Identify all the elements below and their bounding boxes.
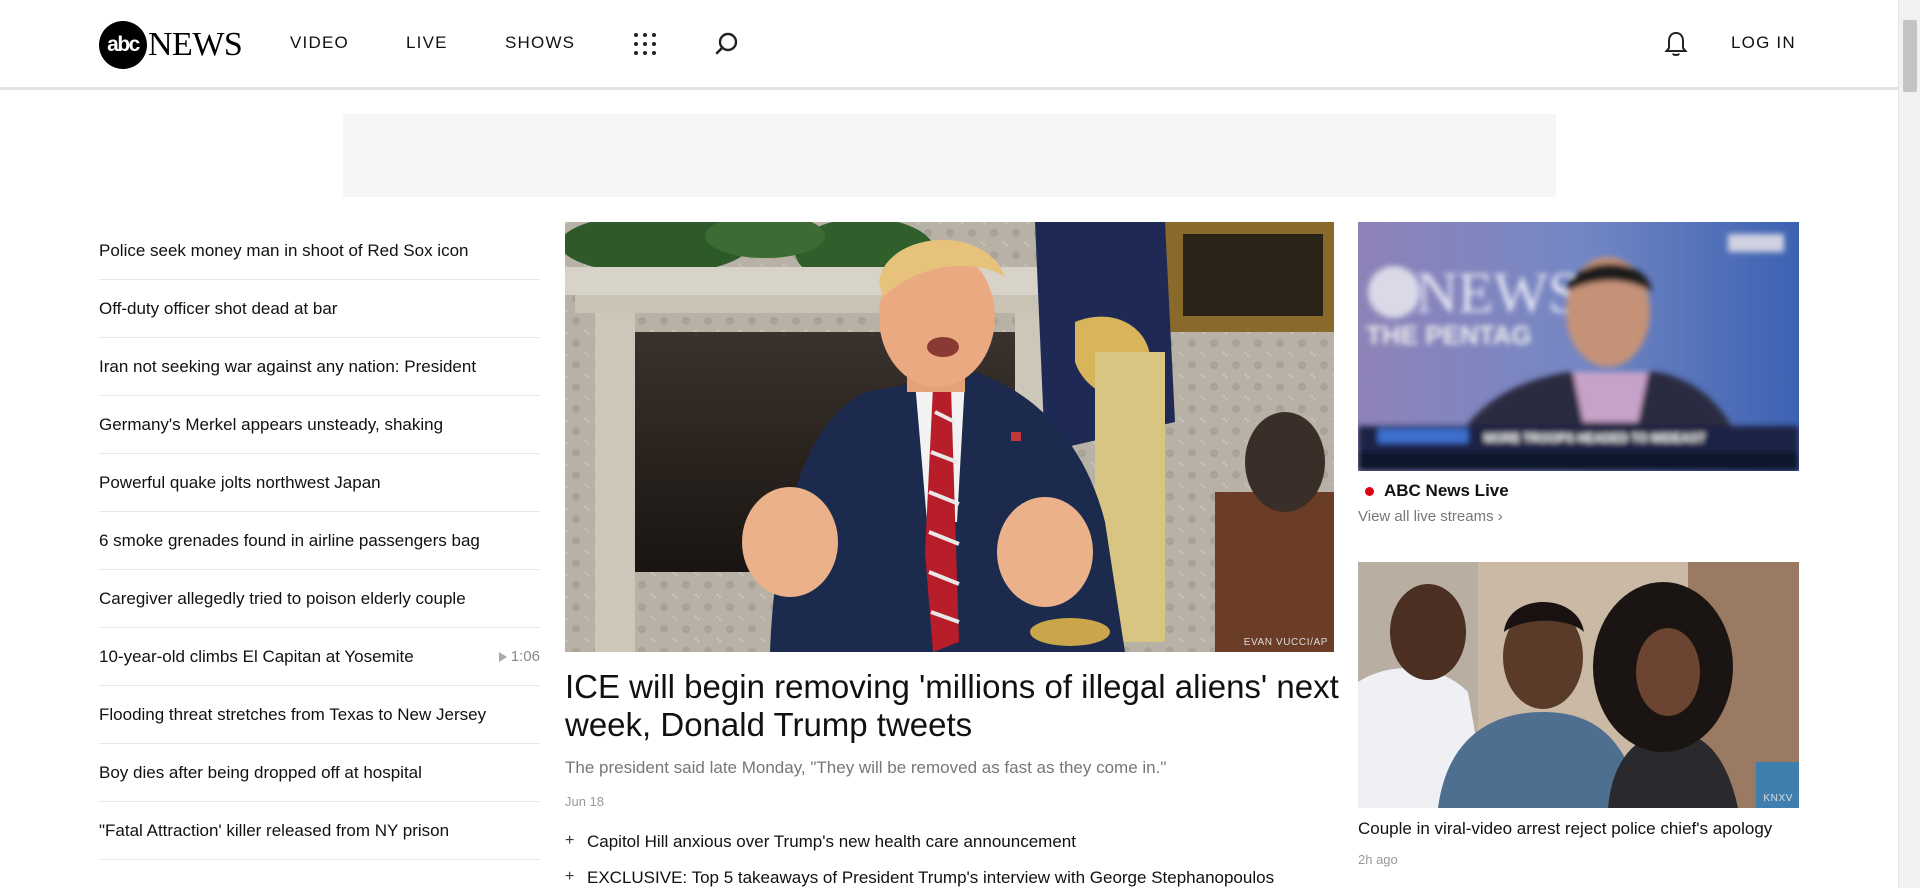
side-story-title[interactable]: Couple in viral-video arrest reject poli… — [1358, 819, 1772, 839]
site-header: abc NEWS VIDEO LIVE SHOWS LOG IN — [0, 0, 1898, 90]
live-broadcast-illustration: NEWS THE PENTAG MORE TROOPS HEADED TO MI… — [1358, 222, 1799, 471]
related-link-label: Capitol Hill anxious over Trump's new he… — [587, 832, 1076, 851]
live-indicator-dot — [1365, 486, 1374, 496]
headline-item[interactable]: Iran not seeking war against any nation:… — [99, 338, 540, 396]
duration-label: 1:06 — [510, 648, 540, 665]
plus-icon: + — [565, 868, 575, 885]
related-links: + Capitol Hill anxious over Trump's new … — [565, 832, 1345, 888]
view-all-live-streams-link[interactable]: View all live streams › — [1358, 508, 1503, 525]
live-ticker-text: MORE TROOPS HEADED TO MIDEAST — [1484, 431, 1706, 445]
nav-shows[interactable]: SHOWS — [505, 33, 575, 53]
headline-title: Caregiver allegedly tried to poison elde… — [99, 588, 466, 608]
headline-title: Flooding threat stretches from Texas to … — [99, 704, 487, 724]
headline-item[interactable]: Off-duty officer shot dead at bar — [99, 280, 540, 338]
plus-icon: + — [565, 832, 575, 849]
side-story-timestamp: 2h ago — [1358, 852, 1398, 867]
login-button[interactable]: LOG IN — [1731, 33, 1796, 53]
main-story-title[interactable]: ICE will begin removing 'millions of ill… — [565, 668, 1345, 744]
headline-item[interactable]: Flooding threat stretches from Texas to … — [99, 686, 540, 744]
search-icon[interactable] — [714, 31, 740, 62]
related-link[interactable]: + Capitol Hill anxious over Trump's new … — [565, 832, 1345, 868]
headline-title: Powerful quake jolts northwest Japan — [99, 472, 381, 492]
headline-title: Police seek money man in shoot of Red So… — [99, 240, 469, 260]
news-wordmark: NEWS — [148, 26, 243, 63]
headline-item[interactable]: Powerful quake jolts northwest Japan — [99, 454, 540, 512]
grid-menu-icon[interactable] — [634, 33, 656, 55]
live-stream-thumbnail[interactable]: NEWS THE PENTAG MORE TROOPS HEADED TO MI… — [1358, 222, 1799, 471]
live-stream-title[interactable]: ABC News Live — [1365, 481, 1509, 501]
scrollbar-thumb[interactable] — [1903, 20, 1917, 92]
bell-icon[interactable] — [1664, 30, 1688, 63]
main-story-image[interactable]: EVAN VUCCI/AP — [565, 222, 1334, 652]
headline-item[interactable]: 6 smoke grenades found in airline passen… — [99, 512, 540, 570]
headline-title: Germany's Merkel appears unsteady, shaki… — [99, 414, 444, 434]
headline-item[interactable]: Germany's Merkel appears unsteady, shaki… — [99, 396, 540, 454]
headline-item[interactable]: Caregiver allegedly tried to poison elde… — [99, 570, 540, 628]
live-stream-label: ABC News Live — [1384, 481, 1509, 500]
headline-list: Police seek money man in shoot of Red So… — [99, 222, 540, 860]
nav-live[interactable]: LIVE — [406, 33, 448, 53]
headline-title: 6 smoke grenades found in airline passen… — [99, 530, 480, 550]
related-link-label: EXCLUSIVE: Top 5 takeaways of President … — [587, 868, 1275, 887]
headline-item[interactable]: "Fatal Attraction' killer released from … — [99, 802, 540, 860]
page-scrollbar[interactable] — [1898, 0, 1920, 888]
headline-title: Boy dies after being dropped off at hosp… — [99, 762, 422, 782]
headline-title: Iran not seeking war against any nation:… — [99, 356, 477, 376]
live-overlay-text: THE PENTAG — [1366, 320, 1532, 350]
headline-title: "Fatal Attraction' killer released from … — [99, 820, 450, 840]
ad-banner — [343, 114, 1556, 197]
main-story-summary: The president said late Monday, "They wi… — [565, 758, 1167, 777]
nav-video[interactable]: VIDEO — [290, 33, 349, 53]
video-duration: 1:06 — [498, 648, 540, 665]
related-link[interactable]: + EXCLUSIVE: Top 5 takeaways of Presiden… — [565, 868, 1345, 888]
headline-title: Off-duty officer shot dead at bar — [99, 298, 338, 318]
trump-photo-illustration — [565, 222, 1334, 652]
side-story-image[interactable]: KNXV — [1358, 562, 1799, 808]
couple-photo-illustration — [1358, 562, 1799, 808]
headline-item[interactable]: Police seek money man in shoot of Red So… — [99, 222, 540, 280]
abc-logo-circle: abc — [99, 21, 147, 69]
headline-item[interactable]: Boy dies after being dropped off at hosp… — [99, 744, 540, 802]
photo-credit: EVAN VUCCI/AP — [1243, 637, 1328, 648]
headline-item[interactable]: 10-year-old climbs El Capitan at Yosemit… — [99, 628, 540, 686]
play-icon — [498, 651, 507, 662]
photo-credit: KNXV — [1763, 793, 1793, 804]
main-story-date: Jun 18 — [565, 794, 605, 809]
headline-title: 10-year-old climbs El Capitan at Yosemit… — [99, 646, 414, 666]
live-overlay-wordmark: NEWS — [1416, 260, 1580, 325]
abc-news-logo[interactable]: abc NEWS — [99, 21, 243, 69]
